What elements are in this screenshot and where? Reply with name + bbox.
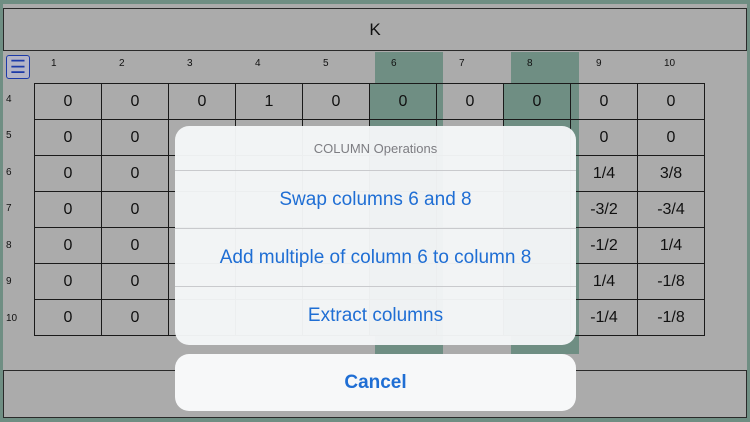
sheet-title: COLUMN Operations bbox=[175, 126, 576, 171]
swap-columns-button[interactable]: Swap columns 6 and 8 bbox=[175, 171, 576, 229]
matrix-screen: K ☰ 1 2 3 4 5 6 7 8 9 10 4 5 6 7 8 9 10 … bbox=[0, 0, 750, 422]
add-multiple-column-button[interactable]: Add multiple of column 6 to column 8 bbox=[175, 229, 576, 287]
cancel-button[interactable]: Cancel bbox=[175, 354, 576, 411]
extract-columns-button[interactable]: Extract columns bbox=[175, 287, 576, 345]
column-operations-sheet: COLUMN Operations Swap columns 6 and 8 A… bbox=[175, 126, 576, 345]
